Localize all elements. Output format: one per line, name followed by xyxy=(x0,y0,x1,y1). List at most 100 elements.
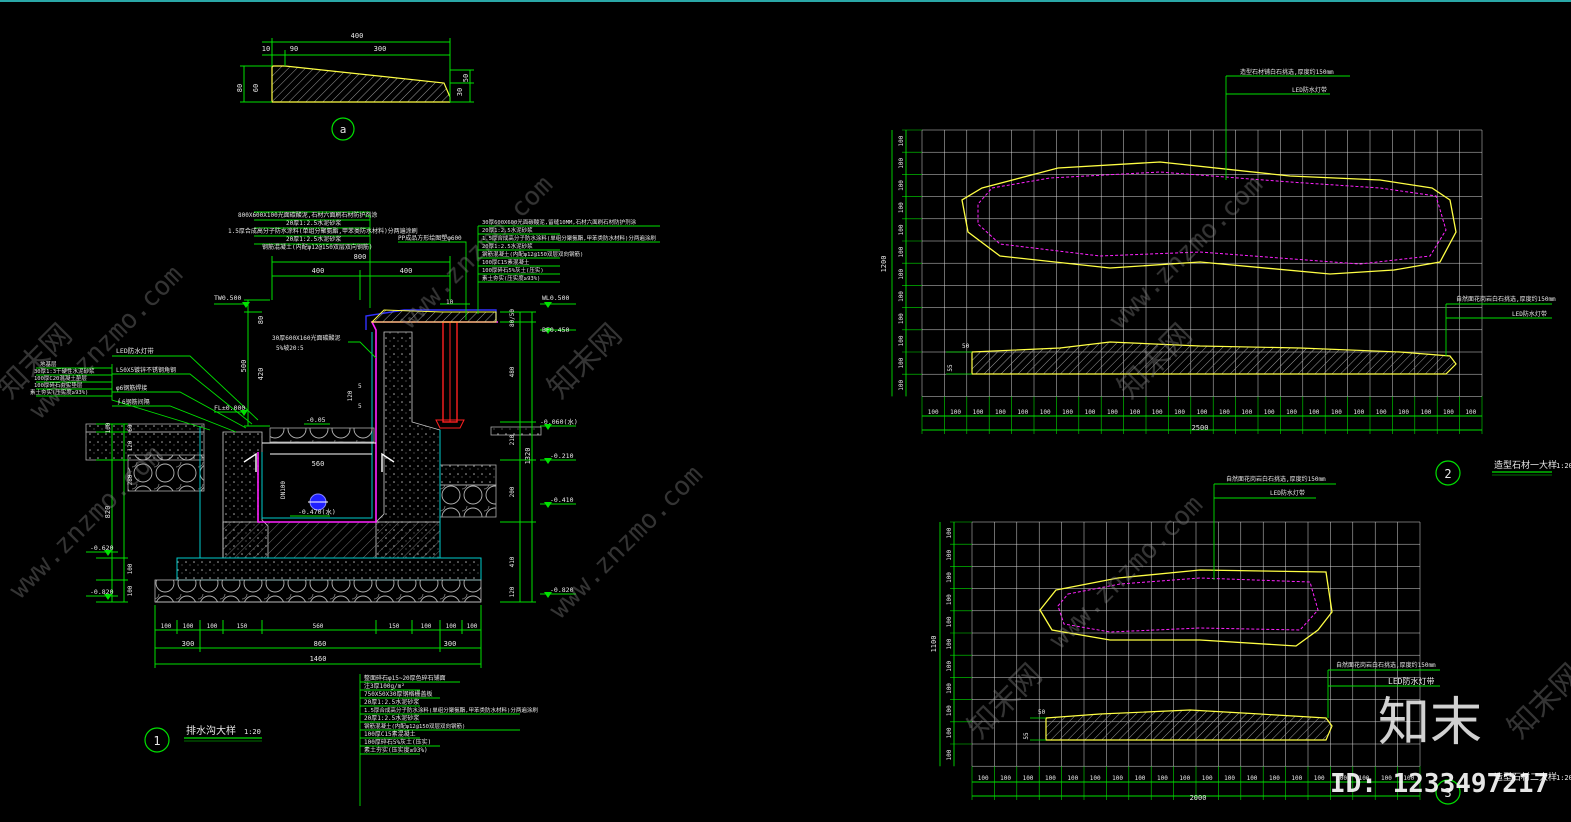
bottom-note-5: 20厚1:2.5水泥砂浆 xyxy=(364,714,419,722)
dim-left-label: 100 xyxy=(946,527,953,538)
dim-b-total: 1460 xyxy=(310,655,327,663)
mid-note-0: 30厚600X160光面碳酸泥 xyxy=(272,334,341,342)
dim-left-500: 500 xyxy=(240,360,248,373)
dim-bottom-label: 100 xyxy=(1465,409,1476,416)
dim-bottom-label: 100 xyxy=(1202,775,1213,782)
dim-b1-8: 100 xyxy=(467,623,478,630)
dim-bottom-label: 100 xyxy=(1023,775,1034,782)
dim-left-label: 100 xyxy=(898,224,905,235)
dim-bottom-label: 100 xyxy=(1157,775,1168,782)
level-wl: WL0.500 xyxy=(542,294,569,302)
dim-b1-7: 100 xyxy=(446,623,457,630)
level-m820a: -0.820 xyxy=(90,588,114,596)
small-dim-120: 120 xyxy=(347,390,354,401)
dim-a-top-1: 90 xyxy=(290,45,298,53)
dim-l-100c: 100 xyxy=(127,585,134,596)
watermark-site-4: www.znzmo.com xyxy=(544,460,709,625)
level-bf: BF0.450 xyxy=(542,326,569,334)
d2-note-top1: 造型石材铺白石挑选,厚度约150mm xyxy=(1240,68,1334,76)
d2-left-total: 1200 xyxy=(880,256,888,273)
dim-b1-3: 150 xyxy=(237,623,248,630)
detail-marker-1-label: 1 xyxy=(153,734,160,748)
dim-top-400b: 400 xyxy=(400,267,413,275)
dim-bottom-label: 100 xyxy=(1017,409,1028,416)
dim-left-label: 100 xyxy=(898,180,905,191)
dim-b1-4: 560 xyxy=(313,623,324,630)
bottom-note-3: 20厚1:2.5水泥砂浆 xyxy=(364,698,419,706)
level-m410: -0.410 xyxy=(550,496,574,504)
dim-left-label: 100 xyxy=(898,357,905,368)
right-gravel-layer xyxy=(439,464,497,486)
dim-l-100b: 100 xyxy=(127,563,134,574)
dim-bottom-label: 100 xyxy=(1040,409,1051,416)
detail-marker-2-label: 2 xyxy=(1444,467,1451,481)
dim-bottom-label: 100 xyxy=(1421,409,1432,416)
detail-a: 400 10 90 300 80 60 30 50 a xyxy=(236,32,474,141)
dim-a-total: 400 xyxy=(351,32,364,40)
dim-r-200: 200 xyxy=(509,486,516,497)
bottom-note-4: 1.5厚合成高分子防水涂料(单组分聚氨酯,甲苯类防水材料)分两遍涂刷 xyxy=(364,706,538,714)
dim-r-8050: 80/50 xyxy=(509,309,516,327)
dim-a-right-1: 50 xyxy=(462,74,470,82)
dim-left-label: 100 xyxy=(946,705,953,716)
dim-b1-1: 100 xyxy=(183,623,194,630)
dim-left-label: 100 xyxy=(946,594,953,605)
level-m620: -0.620 xyxy=(90,544,114,552)
dim-bottom-label: 100 xyxy=(1291,775,1302,782)
dims-3: 100 100 100 100 100 100 100 100 100 100 100 100 100 1… xyxy=(939,521,1421,800)
left-note-3: ∮6钢筋间隔 xyxy=(116,398,150,406)
dim-b2-1: 860 xyxy=(314,640,327,648)
cad-drawing-canvas[interactable]: 400 10 90 300 80 60 30 50 a DN100 800 40… xyxy=(0,0,1571,822)
dim-left-420: 420 xyxy=(257,368,265,381)
dim-bottom-label: 100 xyxy=(978,775,989,782)
dim-left-label: 100 xyxy=(946,727,953,738)
dim-a-right-0: 30 xyxy=(456,88,464,96)
small-dim-5a: 5 xyxy=(358,383,362,390)
d3-left-total: 1100 xyxy=(930,636,938,653)
dim-bottom-label: 100 xyxy=(1398,409,1409,416)
ditch-bottom-slab xyxy=(222,521,441,559)
dim-r-1320: 1320 xyxy=(524,448,532,465)
dim-bottom-label: 100 xyxy=(1376,409,1387,416)
dim-b2-0: 300 xyxy=(182,640,195,648)
dim-bottom-label: 100 xyxy=(950,409,961,416)
dim-bottom-label: 100 xyxy=(1443,409,1454,416)
detail-2: 造型石材铺白石挑选,厚度约150mm LED防水灯带 自然面花岗岩白石挑选,厚度… xyxy=(880,68,1571,486)
dim-left-label: 100 xyxy=(946,572,953,583)
detail-3-scale: 1:20 xyxy=(1556,774,1571,782)
detail-1: DN100 800 400 400 560 80 500 420 100 60 … xyxy=(30,211,660,806)
top-note-3: 20厚1:2.5水泥砂浆 xyxy=(286,235,341,243)
inner-finish-line xyxy=(261,332,373,519)
dim-bottom-label: 100 xyxy=(1062,409,1073,416)
dim-a-left-1: 60 xyxy=(252,84,260,92)
bottom-note-0: 整面碎石φ15~20厚色碎石铺面 xyxy=(364,674,446,682)
bottom-note-9: 素土夯实(压实度≥93%) xyxy=(364,746,428,754)
gravel-base xyxy=(154,579,482,603)
dim-left-label: 100 xyxy=(898,335,905,346)
dim-bottom-label: 100 xyxy=(1353,409,1364,416)
level-m005: -0.05 xyxy=(306,416,326,424)
watermark-site-6: www.znzmo.com xyxy=(1044,490,1209,655)
dim-bottom-label: 100 xyxy=(995,409,1006,416)
d3-small-55: 55 xyxy=(1023,732,1030,740)
dim-left-label: 100 xyxy=(946,616,953,627)
dims-2: 100 100 100 100 100 100 100 100 100 100 100 100 100 1… xyxy=(891,129,1483,434)
stone-profile xyxy=(271,65,451,103)
d2-bottom-total: 2500 xyxy=(1192,424,1209,432)
dim-bottom-label: 100 xyxy=(1045,775,1056,782)
dim-l-100a: 100 xyxy=(105,422,112,433)
watermark-id: ID: 1233497217 xyxy=(1330,769,1549,799)
dim-bottom-label: 100 xyxy=(1264,409,1275,416)
dim-top-400a: 400 xyxy=(312,267,325,275)
dim-bottom-label: 100 xyxy=(1085,409,1096,416)
dim-left-label: 100 xyxy=(898,268,905,279)
dim-left-label: 100 xyxy=(898,291,905,302)
dim-bottom-label: 100 xyxy=(1067,775,1078,782)
dim-b1-2: 100 xyxy=(207,623,218,630)
d3-note-top2: LED防水灯带 xyxy=(1270,489,1305,497)
c15-base xyxy=(176,557,482,581)
detail-2-title: 造型石材一大样 xyxy=(1494,459,1557,471)
right-note-6: 100厚碎石5%灰土(压实) xyxy=(482,266,544,274)
dim-left-label: 100 xyxy=(946,638,953,649)
detail-1-scale: 1:20 xyxy=(244,728,261,736)
